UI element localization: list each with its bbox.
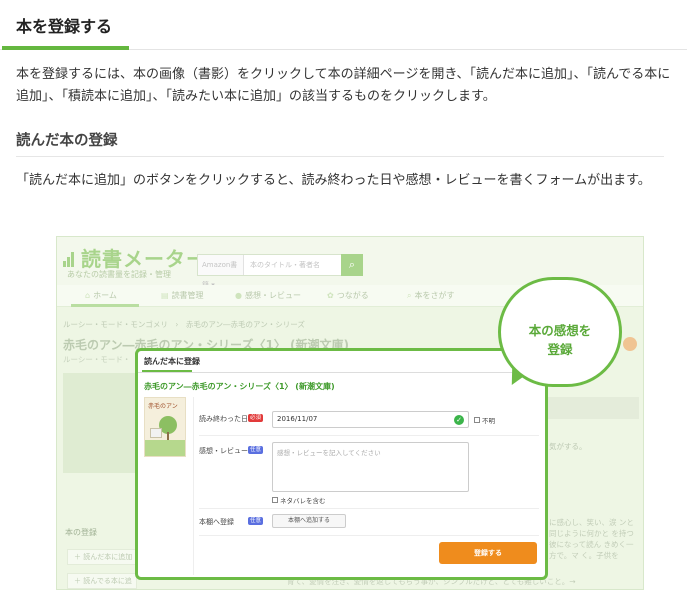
modal-book-title[interactable]: 赤毛のアン―赤毛のアン・シリーズ〈1〉 (新潮文庫) bbox=[144, 381, 335, 392]
finish-date-input[interactable]: 2016/11/07 bbox=[272, 411, 469, 428]
review-label: 感想・レビュー bbox=[199, 447, 248, 455]
register-button[interactable]: 登録する bbox=[439, 542, 537, 564]
side-section-label: 本の登録 bbox=[65, 528, 97, 537]
cover-house bbox=[150, 428, 162, 438]
bookmeter-search-input[interactable]: Amazon書籍 ▾ 本のタイトル・著者名 bbox=[197, 254, 360, 289]
bookmeter-logo: 読書メーター bbox=[81, 247, 207, 271]
unknown-date-checkbox[interactable] bbox=[474, 417, 480, 423]
modal-divider bbox=[193, 397, 194, 575]
search-icon[interactable]: ⌕ bbox=[341, 254, 363, 276]
nav-find-books[interactable]: ⌕ 本をさがす bbox=[407, 290, 454, 301]
optional-badge: 任意 bbox=[248, 446, 263, 454]
logo-bars-icon bbox=[63, 251, 77, 267]
callout-bubble: 本の感想を 登録 bbox=[498, 277, 622, 387]
book-cover-image: 赤毛のアン bbox=[144, 397, 186, 457]
chat-icon: ● bbox=[235, 291, 242, 300]
nav-reading-log[interactable]: ▤ 読書管理 bbox=[161, 290, 204, 301]
section-paragraph: 「読んだ本に追加」のボタンをクリックすると、読み終わった日や感想・レビューを書く… bbox=[16, 173, 651, 188]
check-circle-icon: ✓ bbox=[454, 415, 464, 425]
side-add-read-button[interactable]: ＋ 読んだ本に追加 bbox=[67, 549, 137, 565]
cover-text: 赤毛のアン bbox=[148, 403, 178, 410]
background-cover bbox=[63, 373, 139, 473]
title-accent-bar bbox=[2, 46, 129, 50]
nav-home[interactable]: ⌂ ホーム bbox=[85, 290, 117, 301]
review-textarea[interactable]: 感想・レビューを記入してください bbox=[272, 442, 469, 492]
spoiler-label[interactable]: ネタバレを含む bbox=[280, 495, 326, 505]
section-heading: 読んだ本の登録 bbox=[16, 133, 118, 149]
row-separator bbox=[199, 435, 539, 436]
home-icon: ⌂ bbox=[85, 291, 91, 300]
intro-paragraph: 本を登録するには、本の画像（書影）をクリックして本の詳細ページを開き、「読んだ本… bbox=[16, 67, 671, 104]
side-add-reading-button[interactable]: ＋ 読んでる本に追加 bbox=[67, 573, 137, 589]
unknown-date-label[interactable]: 不明 bbox=[482, 415, 495, 425]
search-placeholder: 本のタイトル・著者名 bbox=[250, 261, 320, 269]
section-divider bbox=[16, 156, 664, 157]
background-review-text: に感心し、笑い、涙 ンと同じように何かと を持つ彼になって読ん きめく一方で。マ… bbox=[549, 518, 634, 560]
optional-badge: 任意 bbox=[248, 517, 263, 525]
register-read-modal: 読んだ本に登録 赤毛のアン―赤毛のアン・シリーズ〈1〉 (新潮文庫) 赤毛のアン… bbox=[135, 348, 548, 580]
date-label: 読み終わった日 bbox=[199, 415, 248, 423]
people-icon: ✿ bbox=[327, 291, 334, 300]
search-category-select[interactable]: Amazon書籍 ▾ bbox=[198, 255, 244, 289]
book-icon: ▤ bbox=[161, 291, 169, 300]
callout-text: 本の感想を 登録 bbox=[528, 323, 592, 357]
background-snippet: 気がする。 bbox=[549, 442, 587, 451]
add-to-shelf-button[interactable]: 本棚へ追加する bbox=[272, 514, 346, 528]
status-dot bbox=[623, 337, 637, 351]
modal-header: 読んだ本に登録 bbox=[138, 351, 545, 373]
page-header: 本を登録する bbox=[0, 0, 687, 50]
modal-title: 読んだ本に登録 bbox=[144, 357, 200, 366]
row-separator bbox=[199, 535, 539, 536]
page-title: 本を登録する bbox=[16, 17, 113, 36]
bookmeter-tagline: あなたの読書量を記録・管理 bbox=[67, 270, 171, 279]
modal-title-underline bbox=[142, 370, 192, 372]
background-author: ルーシー・モード・ bbox=[63, 355, 131, 364]
spoiler-checkbox[interactable] bbox=[272, 497, 278, 503]
shelf-label: 本棚へ登録 bbox=[199, 518, 234, 526]
search-icon: ⌕ bbox=[407, 291, 412, 300]
nav-connect[interactable]: ✿ つながる bbox=[327, 290, 369, 301]
nav-active-indicator bbox=[71, 304, 139, 307]
nav-reviews[interactable]: ● 感想・レビュー bbox=[235, 290, 301, 301]
breadcrumb: ルーシー・モード・モンゴメリ › 赤毛のアン―赤毛のアン・シリーズ bbox=[63, 320, 305, 329]
required-badge: 必須 bbox=[248, 414, 263, 422]
row-separator bbox=[199, 508, 539, 509]
